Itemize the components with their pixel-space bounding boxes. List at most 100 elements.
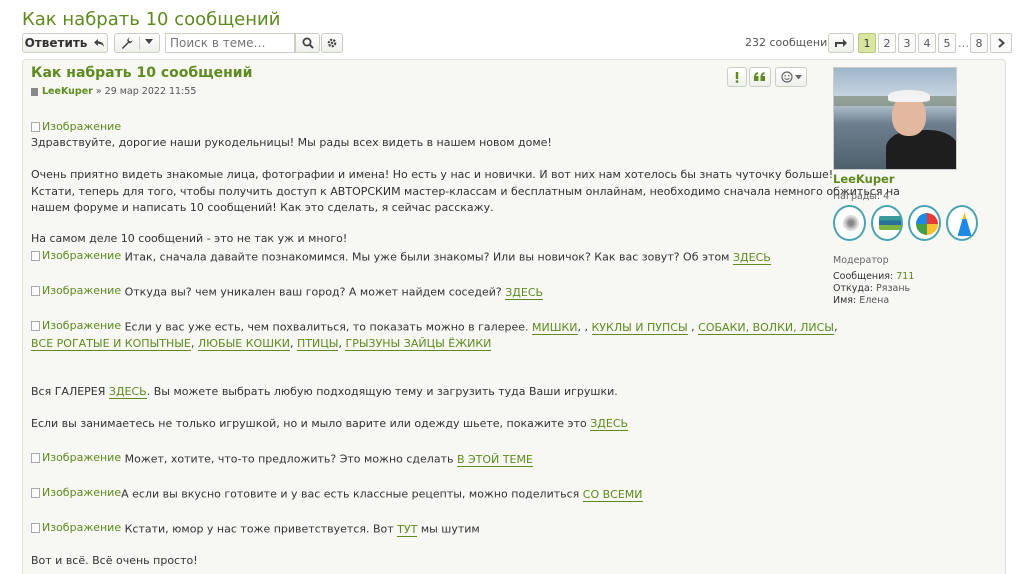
gear-icon — [327, 38, 337, 48]
avatar-cap — [888, 90, 930, 102]
profile-posts-link[interactable]: 711 — [896, 271, 914, 282]
post-panel: Как набрать 10 сообщений LeeKuper » 29 м… — [22, 59, 1006, 574]
wrench-icon — [121, 37, 133, 49]
post-count: 232 сообщения — [745, 36, 834, 49]
search-icon — [302, 37, 314, 49]
broken-image: Изображение — [31, 449, 121, 466]
award-badge-icon[interactable] — [908, 205, 941, 241]
post-link[interactable]: ЗДЕСЬ — [108, 385, 147, 399]
broken-image: Изображение — [31, 282, 121, 299]
profile-username[interactable]: LeeKuper — [833, 172, 983, 186]
action-bar: Ответить 232 — [22, 33, 1012, 55]
broken-image-icon — [31, 487, 40, 498]
broken-image-icon — [31, 285, 40, 296]
post-link[interactable]: ЗДЕСЬ — [732, 250, 771, 265]
page-3[interactable]: 3 — [898, 33, 916, 53]
page-2[interactable]: 2 — [878, 33, 896, 53]
forum-topic-page: Как набрать 10 сообщений Ответить Поиск … — [0, 0, 1024, 574]
post-paragraph: Вся ГАЛЕРЕЯ ЗДЕСЬ. Вы можете выбрать люб… — [31, 385, 618, 399]
chevron-down-icon — [794, 74, 802, 79]
post-paragraph: Изображение Если у вас уже есть, чем пох… — [31, 317, 838, 336]
next-page-button[interactable] — [990, 33, 1012, 53]
post-paragraph: Очень приятно видеть знакомые лица, фото… — [31, 168, 834, 181]
pagination: 1 2 3 4 5 … 8 — [858, 33, 1014, 53]
reaction-button[interactable] — [775, 67, 807, 87]
post-meta: LeeKuper » 29 мар 2022 11:55 — [31, 86, 196, 97]
broken-image: Изображение — [31, 317, 121, 334]
search-input[interactable] — [165, 33, 295, 53]
post-paragraph: Изображение А если вы вкусно готовите и у… — [31, 484, 643, 503]
gallery-link-rodents[interactable]: ГРЫЗУНЫ ЗАЙЦЫ ЁЖИКИ — [345, 337, 492, 351]
broken-image-icon — [31, 522, 40, 533]
page-1[interactable]: 1 — [858, 33, 876, 53]
post-link[interactable]: ЗДЕСЬ — [590, 417, 629, 431]
post-link[interactable]: В ЭТОЙ ТЕМЕ — [456, 452, 533, 467]
gallery-link-bears[interactable]: МИШКИ — [531, 320, 578, 335]
profile-rank: Модератор — [833, 255, 889, 266]
reply-button[interactable]: Ответить — [22, 33, 108, 53]
broken-image: Изображение — [31, 484, 121, 501]
award-badge-icon[interactable] — [945, 205, 978, 241]
gallery-link-dolls[interactable]: КУКЛЫ И ПУПСЫ — [591, 320, 688, 335]
profile-name: Имя: Елена — [833, 295, 890, 306]
broken-image: Изображение — [31, 247, 121, 264]
post-link[interactable]: СО ВСЕМИ — [582, 487, 643, 502]
reply-arrow-icon — [94, 39, 105, 47]
jump-arrow-icon — [835, 39, 847, 47]
awards-label: Награды: 4 — [833, 191, 890, 202]
tools-separator — [139, 36, 140, 50]
avatar-body — [886, 130, 956, 169]
jump-to-page-button[interactable] — [828, 33, 854, 53]
gallery-link-birds[interactable]: ПТИЦЫ — [297, 337, 339, 351]
post-link[interactable]: ТУТ — [397, 522, 418, 537]
post-author-link[interactable]: LeeKuper — [42, 86, 93, 97]
quote-button[interactable] — [749, 67, 771, 87]
report-button[interactable] — [727, 67, 747, 87]
post-paragraph: Вот и всё. Всё очень просто! — [31, 554, 198, 567]
page-4[interactable]: 4 — [918, 33, 936, 53]
post-date: » 29 мар 2022 11:55 — [95, 86, 197, 97]
broken-image-icon — [31, 452, 40, 463]
profile-from: Откуда: Рязань — [833, 283, 911, 294]
post-title[interactable]: Как набрать 10 сообщений — [31, 65, 252, 81]
post-paragraph: Кстати, теперь для того, чтобы получить … — [31, 185, 900, 198]
search-button[interactable] — [295, 33, 320, 53]
post-paragraph: Изображение Может, хотите, что-то предло… — [31, 449, 533, 468]
broken-image: Изображение — [31, 118, 121, 135]
gallery-link-cats[interactable]: ЛЮБЫЕ КОШКИ — [197, 337, 291, 351]
post-link[interactable]: ЗДЕСЬ — [505, 285, 544, 300]
post-paragraph: ВСЕ РОГАТЫЕ И КОПЫТНЫЕ, ЛЮБЫЕ КОШКИ, ПТИ… — [31, 337, 492, 351]
gallery-link-horned[interactable]: ВСЕ РОГАТЫЕ И КОПЫТНЫЕ — [31, 337, 191, 351]
post-paragraph: Изображение Кстати, юмор у нас тоже прив… — [31, 519, 480, 538]
post-paragraph: Здравствуйте, дорогие наши рукодельницы!… — [31, 136, 552, 149]
post-paragraph: Изображение Откуда вы? чем уникален ваш … — [31, 282, 544, 301]
avatar[interactable] — [833, 67, 957, 170]
topic-title[interactable]: Как набрать 10 сообщений — [22, 9, 280, 30]
reply-label: Ответить — [24, 36, 88, 50]
broken-image-icon — [31, 320, 40, 331]
post-paragraph: Изображение Итак, сначала давайте познак… — [31, 247, 771, 266]
advanced-search-button[interactable] — [321, 33, 343, 53]
post-doc-icon[interactable] — [31, 87, 38, 96]
broken-image-icon — [31, 121, 40, 132]
award-badge-icon[interactable] — [833, 205, 866, 241]
pagination-ellipsis: … — [958, 36, 969, 50]
broken-image: Изображение — [31, 519, 121, 536]
page-last[interactable]: 8 — [970, 33, 988, 53]
quote-icon — [754, 72, 765, 81]
post-paragraph: нашем форуме и написать 10 сообщений! Ка… — [31, 201, 494, 214]
broken-image-icon — [31, 250, 40, 261]
topic-tools-button[interactable] — [114, 33, 160, 53]
gallery-link-dogs[interactable]: СОБАКИ, ВОЛКИ, ЛИСЫ — [698, 320, 834, 335]
page-5[interactable]: 5 — [938, 33, 956, 53]
post-paragraph: Если вы занимаетесь не только игрушкой, … — [31, 417, 629, 431]
post-paragraph: На самом деле 10 сообщений - это не так … — [31, 232, 348, 245]
award-badges — [833, 205, 983, 241]
avatar-face — [892, 96, 926, 136]
profile-posts: Сообщения: 711 — [833, 271, 915, 282]
award-badge-icon[interactable] — [870, 205, 903, 241]
post-tools — [727, 67, 809, 87]
smiley-icon — [780, 71, 793, 83]
chevron-right-icon — [997, 38, 1005, 48]
exclamation-icon — [735, 71, 739, 83]
